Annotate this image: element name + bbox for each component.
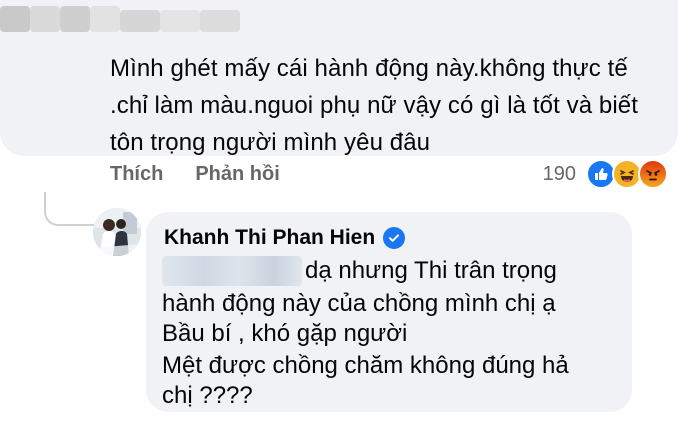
reply-button[interactable]: Phản hồi <box>195 163 279 186</box>
reply-line-5: chị ???? <box>162 382 253 409</box>
parent-comment-text: Mình ghét mấy cái hành động này.không th… <box>110 55 639 156</box>
blurred-mention <box>162 256 302 286</box>
blurred-commenter-name <box>0 0 240 44</box>
verified-badge-icon <box>383 227 406 249</box>
reply-line-3: Bầu bí , khó gặp người <box>162 320 408 347</box>
reaction-summary[interactable]: 190 <box>543 159 668 189</box>
reply-author-name[interactable]: Khanh Thi Phan Hien <box>164 226 375 250</box>
reply-author[interactable]: Khanh Thi Phan Hien <box>164 226 406 250</box>
thread-connector <box>44 192 96 226</box>
reply-line-1: dạ nhưng Thi trân trọng <box>305 257 557 284</box>
like-button[interactable]: Thích <box>110 163 163 186</box>
angry-reaction-icon <box>638 159 668 189</box>
comment-thread: Mình ghét mấy cái hành động này.không th… <box>0 0 700 426</box>
reaction-count: 190 <box>542 162 576 185</box>
reply-line-4: Mệt được chồng chăm không đúng hả <box>162 352 569 379</box>
parent-comment-actions: Thích Phản hồi <box>110 163 280 186</box>
avatar[interactable] <box>93 208 141 256</box>
reply-line-2: hành động này của chồng mình chị ạ <box>162 290 556 317</box>
